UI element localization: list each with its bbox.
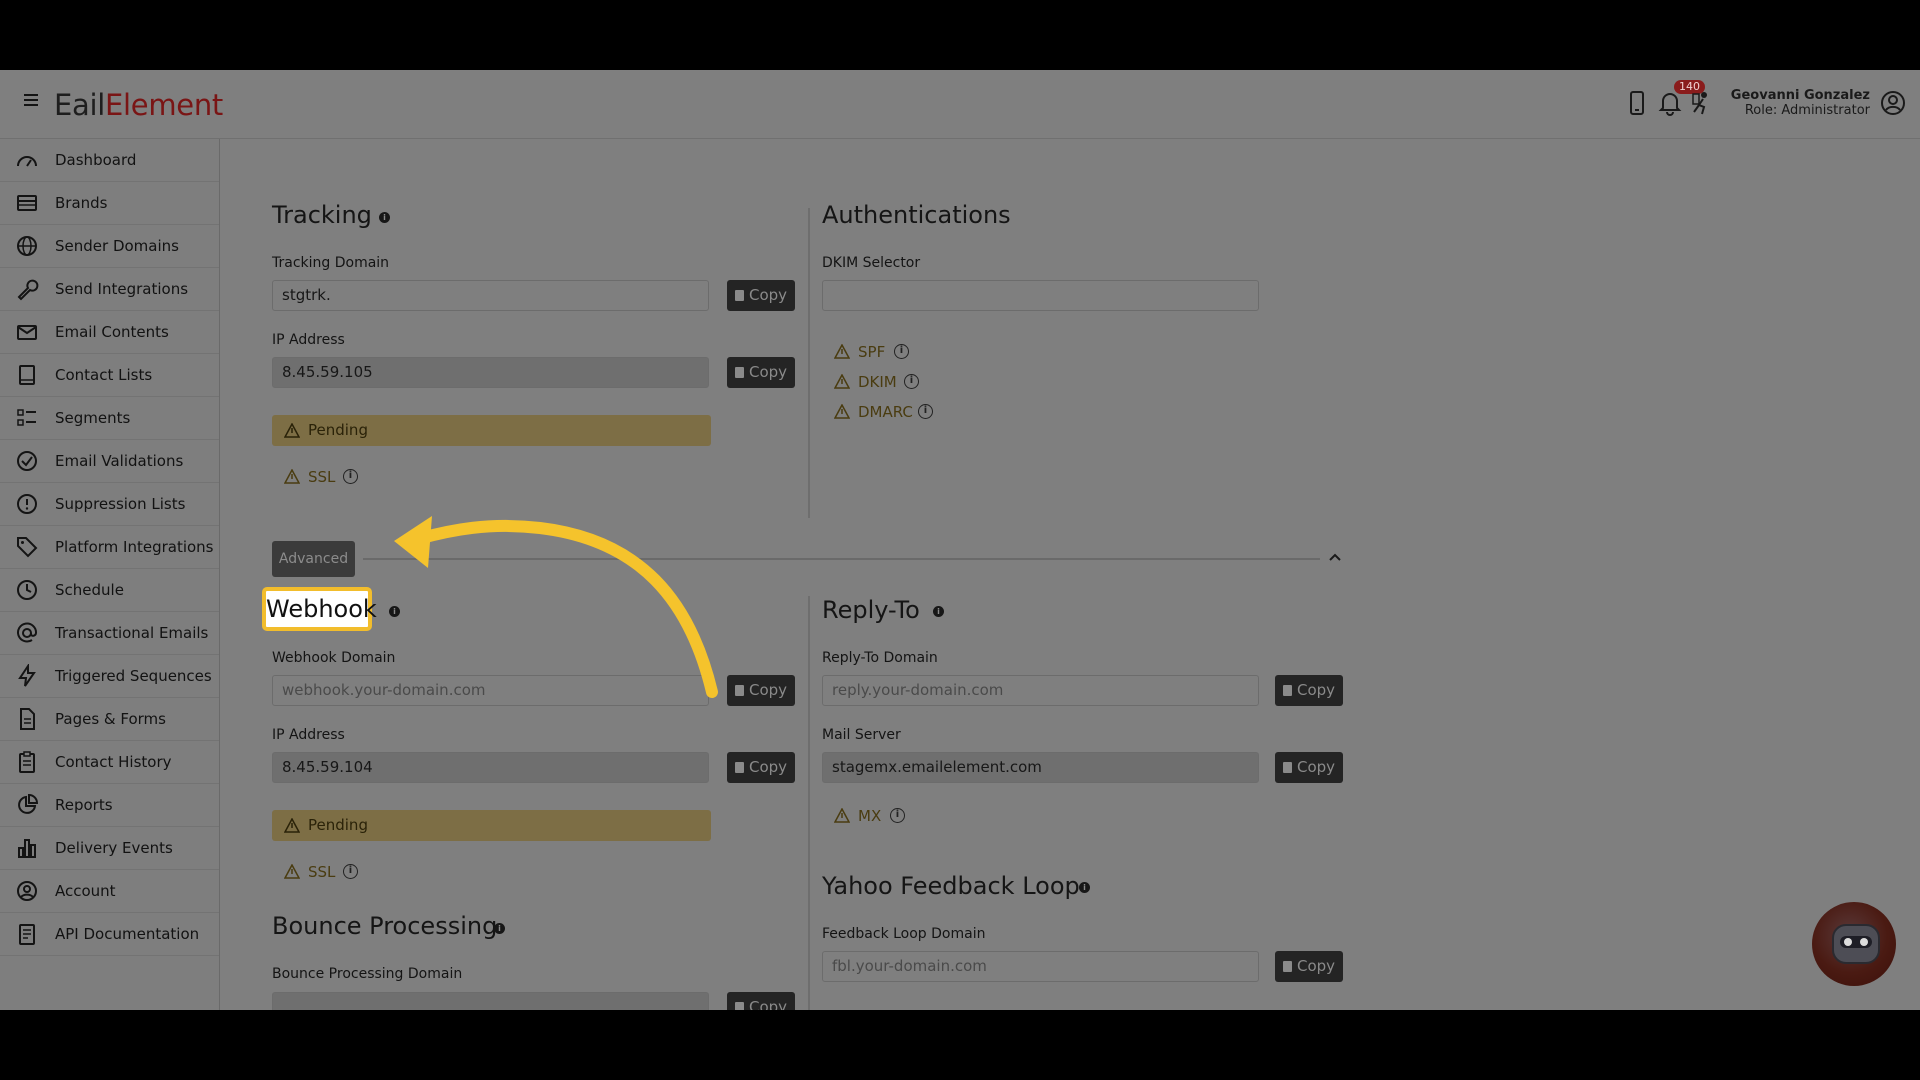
app-window: EailElement 140 Geovanni Gonzalez Role: … [0, 70, 1920, 1010]
chatbot-avatar-button[interactable] [1812, 902, 1896, 986]
robot-face-icon [1832, 924, 1880, 964]
annotation-arrow [394, 516, 718, 698]
